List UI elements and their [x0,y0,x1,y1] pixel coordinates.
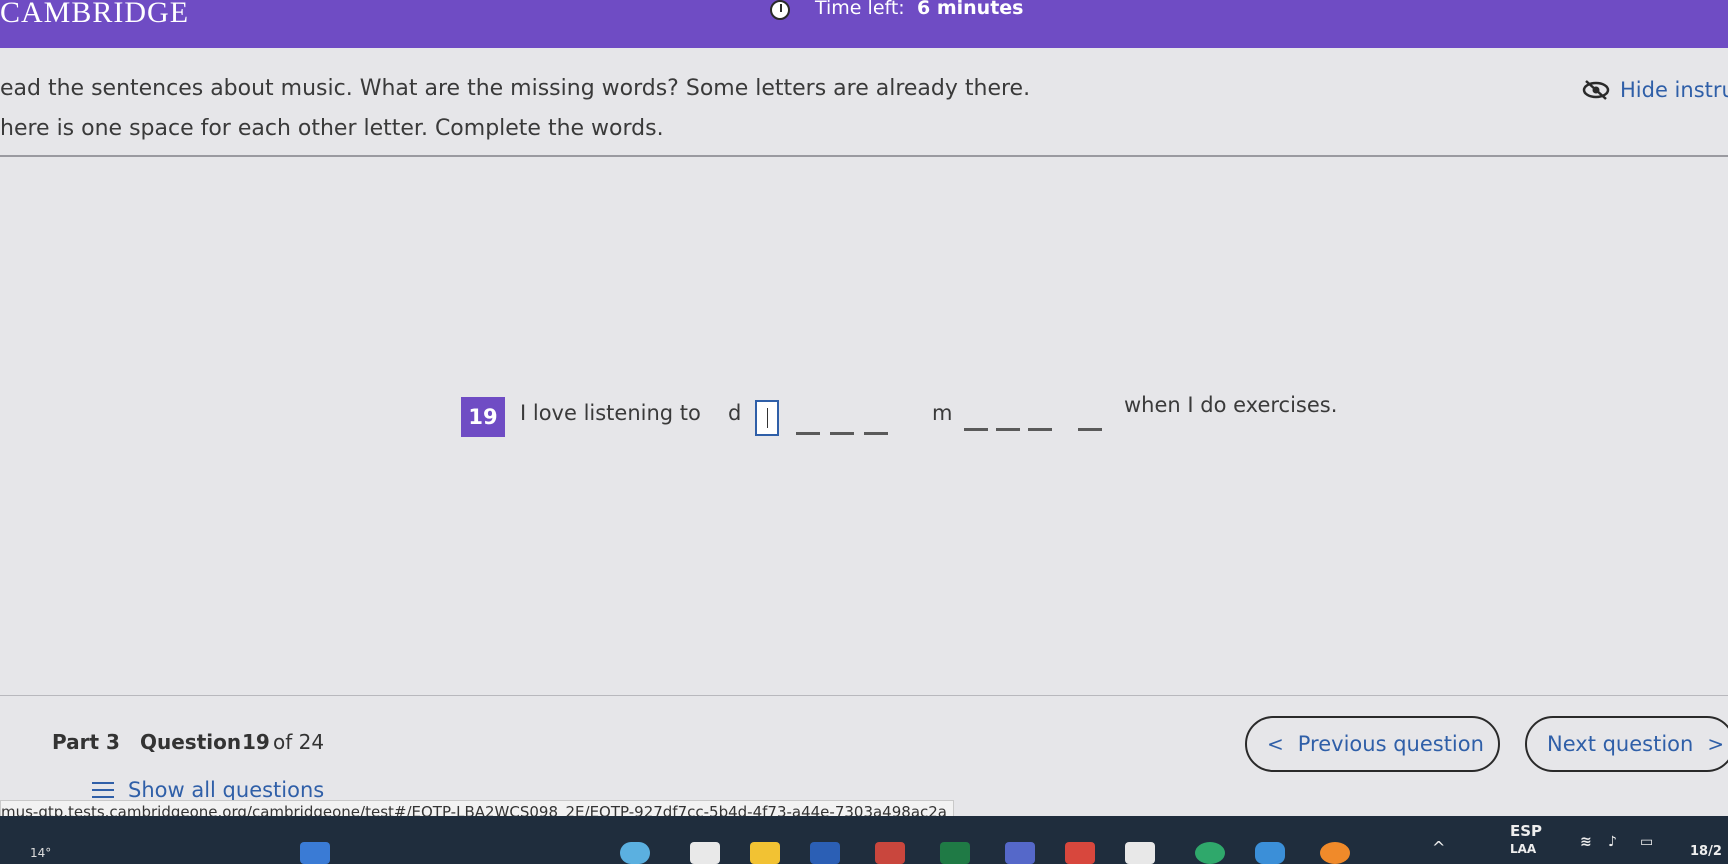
letter-input-1[interactable] [755,400,779,436]
tray-overflow-chevron-icon[interactable]: ^ [1432,838,1445,857]
firefox-icon[interactable] [1320,842,1350,864]
instructions-divider [0,155,1728,157]
windows-taskbar: 14° ^ ESP LAA ≋ ♪ ▭ 18/2 [0,816,1728,864]
instruction-line-2: here is one space for each other letter.… [0,116,664,141]
chevron-right-icon: > [1707,732,1725,756]
top-header: CAMBRIDGE Time left: 6 minutes [0,0,1728,48]
letter-blank-4[interactable] [864,432,888,435]
letter-blank-5[interactable] [964,428,988,431]
footer-divider [0,695,1728,696]
folder-icon[interactable] [750,842,780,864]
language-indicator[interactable]: ESP [1510,822,1542,840]
taskbar-app-icon[interactable] [1125,842,1155,864]
current-question-number: 19 [242,730,270,754]
given-letter-d: d [728,401,742,425]
word-icon[interactable] [810,842,840,864]
taskbar-app-icon[interactable] [1255,842,1285,864]
instruction-line-1: ead the sentences about music. What are … [0,76,1031,101]
chrome-icon[interactable] [1195,842,1225,864]
question-total: of 24 [273,730,325,754]
excel-icon[interactable] [940,842,970,864]
letter-blank-3[interactable] [830,432,854,435]
next-question-label: Next question [1547,732,1694,756]
taskbar-cloud-icon[interactable] [620,842,650,864]
letter-blank-2[interactable] [796,432,820,435]
timer-label: Time left: [815,0,905,19]
question-text-before: I love listening to [520,401,701,425]
letter-blank-7[interactable] [1028,428,1052,431]
taskbar-app-icon[interactable] [1065,842,1095,864]
eye-slash-icon [1582,79,1610,101]
taskbar-app-icon[interactable] [300,842,330,864]
volume-icon[interactable]: ♪ [1608,834,1617,850]
letter-blank-8[interactable] [1078,428,1102,431]
timer-icon [770,0,790,20]
part-label: Part 3 [52,730,120,754]
question-label: Question [140,730,242,754]
clock-date[interactable]: 18/2 [1690,844,1722,859]
timer-value: 6 minutes [917,0,1024,19]
wifi-icon[interactable]: ≋ [1580,834,1592,850]
cambridge-logo: CAMBRIDGE [0,0,190,29]
letter-blank-6[interactable] [996,428,1020,431]
show-all-questions-button[interactable]: Show all questions [92,778,324,802]
battery-icon[interactable]: ▭ [1640,834,1653,850]
previous-question-button[interactable]: < Previous question [1245,716,1500,772]
weather-temp: 14° [30,846,52,860]
question-text-after: when I do exercises. [1124,393,1338,417]
hide-instructions-label: Hide instru [1620,78,1728,102]
previous-question-label: Previous question [1297,732,1484,756]
language-sub-indicator: LAA [1510,842,1537,856]
question-number-badge: 19 [461,397,505,437]
teams-icon[interactable] [1005,842,1035,864]
show-all-questions-label: Show all questions [128,778,325,802]
menu-icon [92,782,114,798]
given-letter-m: m [932,401,953,425]
chevron-left-icon: < [1267,732,1284,756]
next-question-button[interactable]: Next question > [1525,716,1728,772]
hide-instructions-button[interactable]: Hide instru [1582,78,1728,102]
taskbar-app-icon[interactable] [690,842,720,864]
powerpoint-icon[interactable] [875,842,905,864]
